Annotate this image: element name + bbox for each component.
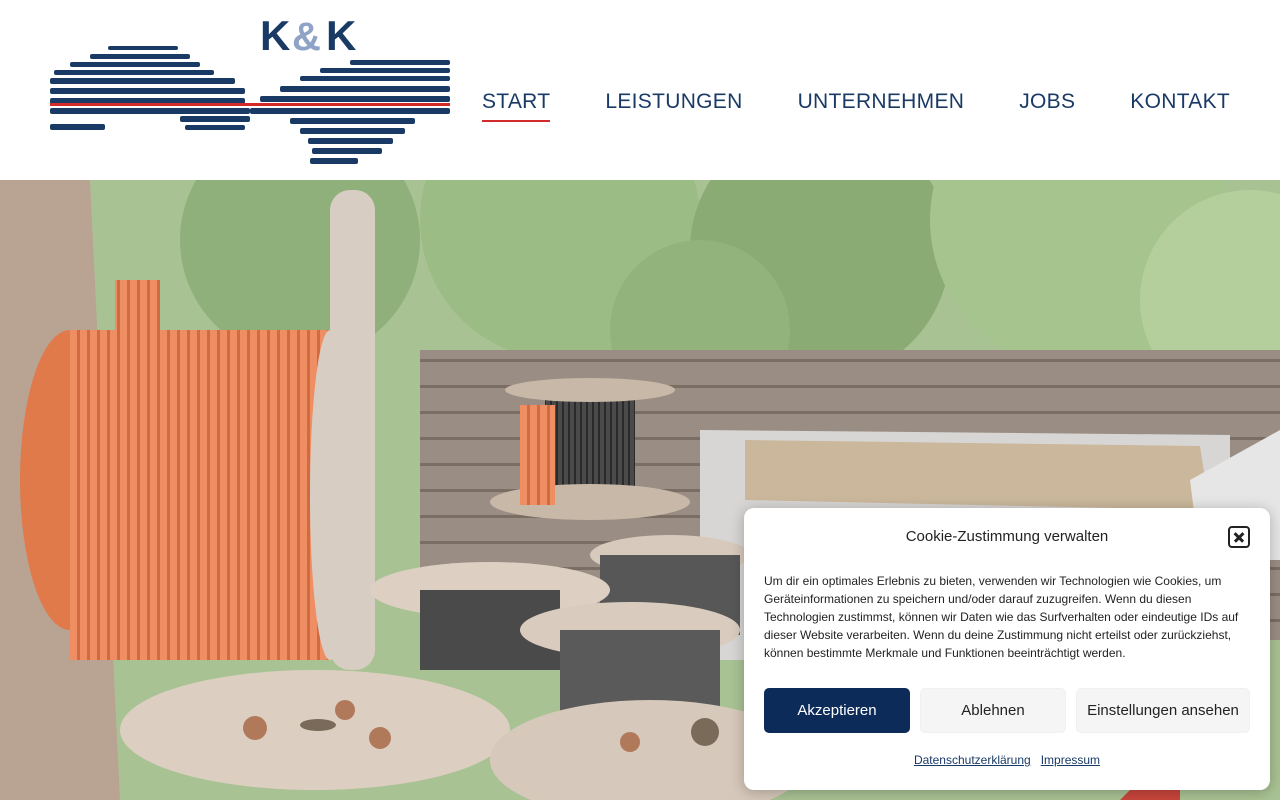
nav-jobs[interactable]: JOBS <box>1019 90 1075 122</box>
nav-kontakt[interactable]: KONTAKT <box>1130 90 1230 122</box>
logo-red-line <box>50 103 450 106</box>
imprint-link[interactable]: Impressum <box>1041 753 1100 767</box>
main-nav: START LEISTUNGEN UNTERNEHMEN JOBS KONTAK… <box>481 90 1230 122</box>
deny-button[interactable]: Ablehnen <box>920 688 1066 733</box>
close-icon[interactable] <box>1228 526 1250 548</box>
accept-button[interactable]: Akzeptieren <box>764 688 910 733</box>
cookie-dialog-text: Um dir ein optimales Erlebnis zu bieten,… <box>764 574 1239 660</box>
logo-wordmark-2: K <box>326 12 356 59</box>
privacy-policy-link[interactable]: Datenschutzerklärung <box>914 753 1031 767</box>
cookie-consent-dialog: Cookie-Zustimmung verwalten Um dir ein o… <box>744 508 1270 790</box>
nav-leistungen[interactable]: LEISTUNGEN <box>605 90 742 122</box>
logo-wordmark: K <box>260 12 290 59</box>
cookie-dialog-title: Cookie-Zustimmung verwalten <box>905 528 1109 545</box>
view-settings-button[interactable]: Einstellungen ansehen <box>1076 688 1250 733</box>
company-logo[interactable]: K & K <box>50 12 450 170</box>
site-header: K & K START LEISTUNGEN UNTERNEHMEN JOBS … <box>0 0 1280 180</box>
nav-start[interactable]: START <box>481 90 551 122</box>
nav-unternehmen[interactable]: UNTERNEHMEN <box>798 90 965 122</box>
cookie-button-group: Akzeptieren Ablehnen Einstellungen anseh… <box>764 688 1250 733</box>
cookie-links: Datenschutzerklärung Impressum <box>744 753 1270 767</box>
logo-ampersand: & <box>292 15 321 59</box>
